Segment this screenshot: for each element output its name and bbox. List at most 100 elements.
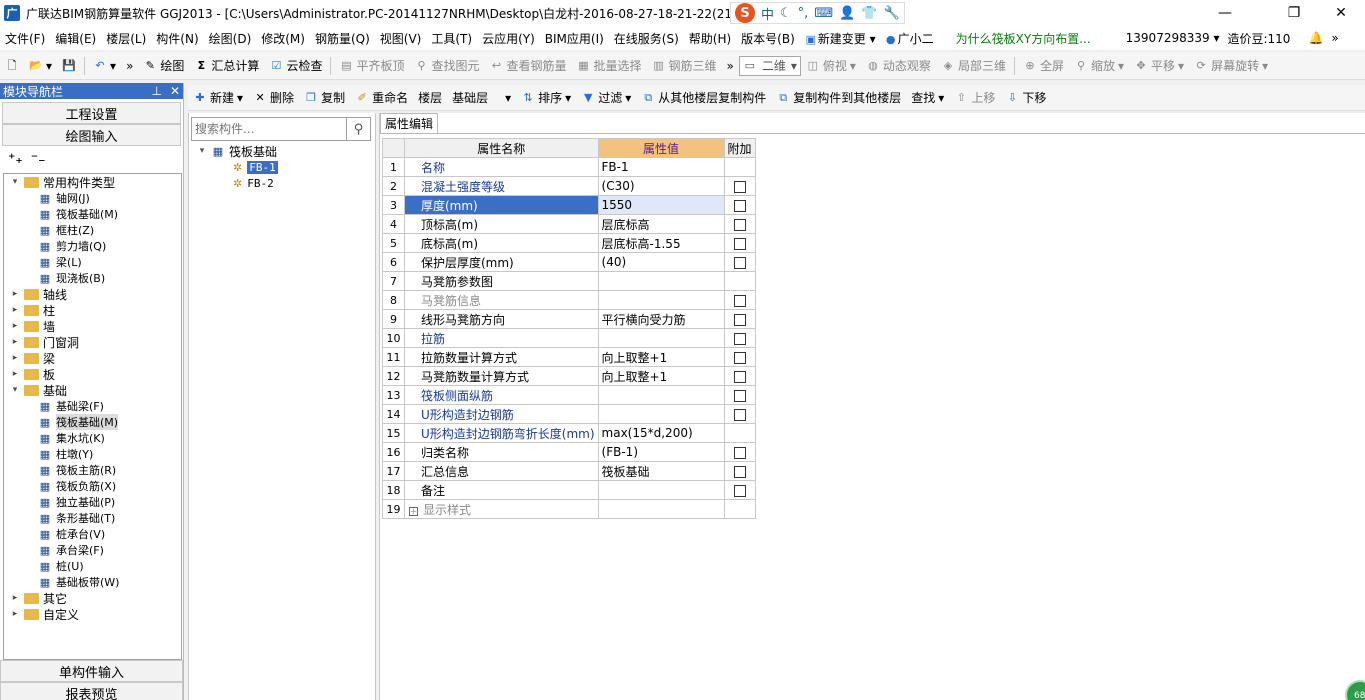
- table-row[interactable]: 8 马凳筋信息: [382, 290, 756, 310]
- menu-component[interactable]: 构件(N): [151, 30, 203, 47]
- property-value[interactable]: [597, 499, 725, 519]
- table-row[interactable]: 4 顶标高(m) 层底标高: [382, 214, 756, 234]
- view-rebar-button[interactable]: ↩ 查看钢筋量: [484, 55, 571, 77]
- rename-button[interactable]: ✐ 重命名: [350, 87, 413, 109]
- chevron-down-icon[interactable]: ▾: [10, 385, 20, 395]
- search-icon[interactable]: ⚲: [347, 117, 371, 141]
- chevron-right-icon[interactable]: ▸: [10, 337, 20, 347]
- property-name[interactable]: 厚度(mm): [404, 195, 599, 215]
- table-row[interactable]: 16 归类名称 (FB-1): [382, 442, 756, 462]
- property-name[interactable]: 归类名称: [404, 442, 599, 462]
- tab-property-edit[interactable]: 属性编辑: [380, 113, 439, 133]
- property-name[interactable]: 拉筋数量计算方式: [404, 347, 599, 367]
- property-value[interactable]: [597, 480, 725, 500]
- tree-item[interactable]: ▦ 轴网(J): [4, 190, 181, 206]
- property-name[interactable]: 筏板侧面纵筋: [404, 385, 599, 405]
- property-value[interactable]: 层底标高: [597, 214, 725, 234]
- project-settings-button[interactable]: 工程设置: [2, 102, 181, 124]
- chevron-down-icon[interactable]: ▾: [197, 146, 207, 156]
- property-value[interactable]: max(15*d,200): [597, 423, 725, 443]
- table-row[interactable]: 6 保护层厚度(mm) (40): [382, 252, 756, 272]
- table-row[interactable]: 7 马凳筋参数图: [382, 271, 756, 291]
- ime-punctuation-icon[interactable]: °,: [798, 6, 809, 21]
- tree-folder[interactable]: ▸ 其它: [4, 590, 181, 606]
- tree-folder[interactable]: ▸ 轴线: [4, 286, 181, 302]
- view-mode-select[interactable]: ▭ 二维 ▾: [738, 55, 801, 76]
- property-name[interactable]: 名称: [404, 157, 599, 177]
- rotate-button[interactable]: ⟳ 屏幕旋转 ▾: [1189, 55, 1273, 77]
- table-row[interactable]: 9 线形马凳筋方向 平行横向受力筋: [382, 309, 756, 329]
- property-value[interactable]: FB-1: [597, 157, 725, 177]
- menu-tools[interactable]: 工具(T): [426, 30, 477, 47]
- ime-settings-icon[interactable]: 🔧: [883, 6, 899, 21]
- tree-folder[interactable]: ▸ 梁: [4, 350, 181, 366]
- property-value[interactable]: (C30): [597, 176, 725, 196]
- ime-moon-icon[interactable]: ☾: [780, 6, 792, 21]
- property-name[interactable]: U形构造封边钢筋: [404, 404, 599, 424]
- table-row[interactable]: 14 U形构造封边钢筋: [382, 404, 756, 424]
- menu-help[interactable]: 帮助(H): [684, 30, 736, 47]
- tree-item[interactable]: ▦ 桩(U): [4, 558, 181, 574]
- move-down-button[interactable]: ⇩ 下移: [1000, 87, 1051, 109]
- property-name[interactable]: 线形马凳筋方向: [404, 309, 599, 329]
- fullscreen-button[interactable]: ⊕ 全屏: [1018, 55, 1069, 77]
- chevron-right-icon[interactable]: ▸: [10, 289, 20, 299]
- cloud-check-button[interactable]: ☑ 云检查: [264, 55, 327, 77]
- menu-file[interactable]: 文件(F): [0, 30, 50, 47]
- menu-edit[interactable]: 编辑(E): [50, 30, 101, 47]
- local-3d-button[interactable]: ◈ 局部三维: [936, 55, 1011, 77]
- search-input[interactable]: [191, 117, 347, 141]
- batch-select-button[interactable]: ▦ 批量选择: [572, 55, 647, 77]
- menu-rebar-qty[interactable]: 钢筋量(Q): [310, 30, 375, 47]
- menu-online[interactable]: 在线服务(S): [609, 30, 684, 47]
- table-row[interactable]: 5 底标高(m) 层底标高-1.55: [382, 233, 756, 253]
- new-component-button[interactable]: ✚ 新建 ▾: [188, 87, 248, 109]
- chevron-right-icon[interactable]: ▸: [10, 321, 20, 331]
- more-chevron-icon[interactable]: »: [1327, 31, 1342, 45]
- table-row[interactable]: 3 厚度(mm) 1550: [382, 195, 756, 215]
- top-view-button[interactable]: ◫ 俯视 ▾: [801, 55, 861, 77]
- sum-calc-button[interactable]: Σ 汇总计算: [189, 55, 264, 77]
- close-button[interactable]: ✕: [1318, 0, 1364, 26]
- status-badge[interactable]: 68: [1345, 680, 1365, 700]
- filter-button[interactable]: ▼ 过滤 ▾: [576, 87, 636, 109]
- open-file-button[interactable]: 📂 ▾: [24, 55, 57, 77]
- property-name[interactable]: 马凳筋参数图: [404, 271, 599, 291]
- rebar-3d-button[interactable]: ▥ 钢筋三维: [647, 55, 722, 77]
- extra-checkbox[interactable]: [733, 446, 746, 459]
- nav-close-icon[interactable]: ✕: [170, 84, 180, 98]
- property-value[interactable]: 1550: [597, 195, 725, 215]
- copy-button[interactable]: ❐ 复制: [299, 87, 350, 109]
- sogou-ime-icon[interactable]: S: [735, 3, 755, 23]
- component-root[interactable]: ▾ ▦ 筏板基础: [191, 143, 375, 159]
- tree-folder[interactable]: ▸ 墙: [4, 318, 181, 334]
- extra-checkbox[interactable]: [733, 294, 746, 307]
- move-up-button[interactable]: ⇧ 上移: [949, 87, 1000, 109]
- chevron-right-icon[interactable]: ▸: [10, 609, 20, 619]
- menu-cloud[interactable]: 云应用(Y): [477, 30, 540, 47]
- zoom-button[interactable]: ⚲ 缩放 ▾: [1069, 55, 1129, 77]
- menu-draw[interactable]: 绘图(D): [204, 30, 257, 47]
- bell-icon[interactable]: 🔔: [1304, 31, 1327, 45]
- ime-user-icon[interactable]: 👤: [839, 6, 855, 21]
- tree-folder[interactable]: ▸ 板: [4, 366, 181, 382]
- table-row[interactable]: 12 马凳筋数量计算方式 向上取整+1: [382, 366, 756, 386]
- draw-input-button[interactable]: 绘图输入: [2, 124, 181, 146]
- extra-checkbox[interactable]: [733, 484, 746, 497]
- property-value[interactable]: (FB-1): [597, 442, 725, 462]
- tree-item[interactable]: ▦ 桩承台(V): [4, 526, 181, 542]
- tree-item[interactable]: ▦ 梁(L): [4, 254, 181, 270]
- tree-item[interactable]: ▦ 承台梁(F): [4, 542, 181, 558]
- property-value[interactable]: 向上取整+1: [597, 366, 725, 386]
- tree-folder[interactable]: ▾ 基础: [4, 382, 181, 398]
- guangxiaoer-button[interactable]: ● 广小二: [880, 30, 938, 47]
- chevron-right-icon[interactable]: ▸: [10, 369, 20, 379]
- tree-item[interactable]: ▦ 柱墩(Y): [4, 446, 181, 462]
- tree-item[interactable]: ▦ 基础板带(W): [4, 574, 181, 590]
- ime-skin-icon[interactable]: 👕: [861, 6, 877, 21]
- table-row[interactable]: 15 U形构造封边钢筋弯折长度(mm) max(15*d,200): [382, 423, 756, 443]
- extra-checkbox[interactable]: [733, 218, 746, 231]
- property-name[interactable]: 马凳筋数量计算方式: [404, 366, 599, 386]
- expand-plus-icon[interactable]: +: [409, 506, 418, 516]
- property-name[interactable]: 拉筋: [404, 328, 599, 348]
